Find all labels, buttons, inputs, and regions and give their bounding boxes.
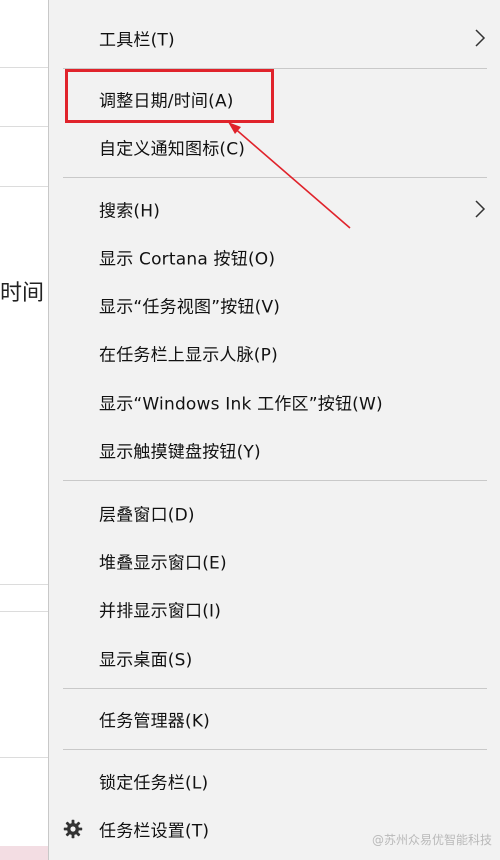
- menu-item-show-people[interactable]: 在任务栏上显示人脉(P): [49, 331, 500, 375]
- chevron-right-icon: [475, 200, 486, 218]
- menu-separator: [63, 749, 487, 750]
- background-strip: [0, 846, 50, 860]
- menu-item-show-task-view-button[interactable]: 显示“任务视图”按钮(V): [49, 283, 500, 327]
- menu-item-label: 工具栏(T): [99, 30, 175, 51]
- menu-separator: [63, 480, 487, 481]
- background-divider: [0, 126, 50, 127]
- menu-item-label: 任务栏设置(T): [99, 821, 210, 842]
- menu-item-stack-windows[interactable]: 堆叠显示窗口(E): [49, 539, 500, 583]
- menu-item-show-desktop[interactable]: 显示桌面(S): [49, 636, 500, 680]
- menu-item-label: 显示“Windows Ink 工作区”按钮(W): [99, 394, 383, 415]
- menu-item-show-cortana-button[interactable]: 显示 Cortana 按钮(O): [49, 235, 500, 279]
- menu-item-customize-notification-icons[interactable]: 自定义通知图标(C): [49, 125, 500, 169]
- menu-item-side-by-side-windows[interactable]: 并排显示窗口(I): [49, 587, 500, 631]
- menu-item-label: 显示触摸键盘按钮(Y): [99, 442, 261, 463]
- background-divider: [0, 757, 50, 758]
- menu-item-label: 搜索(H): [99, 201, 161, 222]
- menu-item-label: 层叠窗口(D): [99, 505, 195, 526]
- gear-icon: [63, 819, 83, 839]
- menu-item-label: 显示桌面(S): [99, 650, 193, 671]
- menu-item-label: 自定义通知图标(C): [99, 139, 246, 160]
- background-divider: [0, 584, 50, 585]
- menu-item-search[interactable]: 搜索(H): [49, 187, 500, 231]
- background-divider: [0, 67, 50, 68]
- menu-separator: [63, 688, 487, 689]
- menu-item-label: 在任务栏上显示人脉(P): [99, 345, 278, 366]
- menu-item-cascade-windows[interactable]: 层叠窗口(D): [49, 491, 500, 535]
- menu-item-label: 显示 Cortana 按钮(O): [99, 249, 276, 270]
- menu-item-lock-taskbar[interactable]: 锁定任务栏(L): [49, 759, 500, 803]
- menu-item-task-manager[interactable]: 任务管理器(K): [49, 697, 500, 741]
- menu-item-label: 堆叠显示窗口(E): [99, 553, 227, 574]
- menu-item-label: 并排显示窗口(I): [99, 601, 222, 622]
- taskbar-context-menu: 工具栏(T) 调整日期/时间(A) 自定义通知图标(C) 搜索(H) 显示 Co…: [48, 0, 500, 860]
- background-divider: [0, 611, 50, 612]
- screenshot: 时间 工具栏(T) 调整日期/时间(A) 自定义通知图标(C) 搜索(H) 显示…: [0, 0, 500, 860]
- watermark: @苏州众易优智能科技: [371, 833, 492, 847]
- menu-item-toolbars[interactable]: 工具栏(T): [49, 16, 500, 60]
- menu-item-label: 显示“任务视图”按钮(V): [99, 297, 281, 318]
- background-window: 时间: [0, 0, 50, 860]
- background-window-text: 时间: [0, 281, 45, 306]
- menu-item-show-windows-ink-button[interactable]: 显示“Windows Ink 工作区”按钮(W): [49, 380, 500, 424]
- menu-separator: [63, 177, 487, 178]
- menu-item-label: 任务管理器(K): [99, 711, 211, 732]
- annotation-highlight-box: [65, 69, 274, 123]
- background-divider: [0, 186, 50, 187]
- menu-item-label: 锁定任务栏(L): [99, 773, 209, 794]
- chevron-right-icon: [475, 29, 486, 47]
- menu-item-show-touch-keyboard-button[interactable]: 显示触摸键盘按钮(Y): [49, 428, 500, 472]
